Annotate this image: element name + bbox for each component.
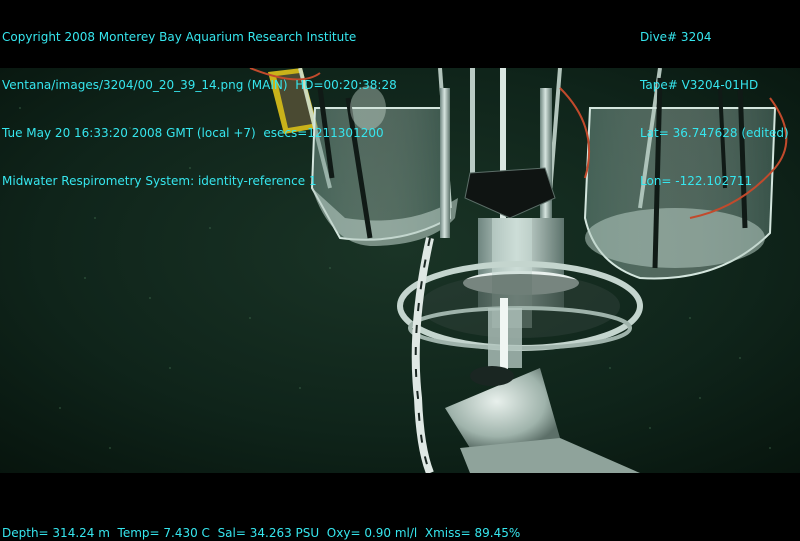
video-frame: Copyright 2008 Monterey Bay Aquarium Res… <box>0 0 800 540</box>
copyright-text: Copyright 2008 Monterey Bay Aquarium Res… <box>2 30 357 44</box>
overlay-info-left: Copyright 2008 Monterey Bay Aquarium Res… <box>2 0 397 221</box>
dive-number-text: Dive# 3204 <box>640 30 712 44</box>
sensor-readout-text: Depth= 314.24 m Temp= 7.430 C Sal= 34.26… <box>2 526 521 540</box>
longitude-text: Lon= -122.102711 <box>640 174 753 188</box>
system-label-text: Midwater Respirometry System: identity-r… <box>2 174 317 188</box>
latitude-text: Lat= 36.747628 (edited) <box>640 126 789 140</box>
overlay-info-right: Dive# 3204 Tape# V3204-01HD Lat= 36.7476… <box>640 0 789 221</box>
image-path-text: Ventana/images/3204/00_20_39_14.png (MAI… <box>2 78 397 92</box>
timestamp-text: Tue May 20 16:33:20 2008 GMT (local +7) … <box>2 126 384 140</box>
tape-number-text: Tape# V3204-01HD <box>640 78 759 92</box>
